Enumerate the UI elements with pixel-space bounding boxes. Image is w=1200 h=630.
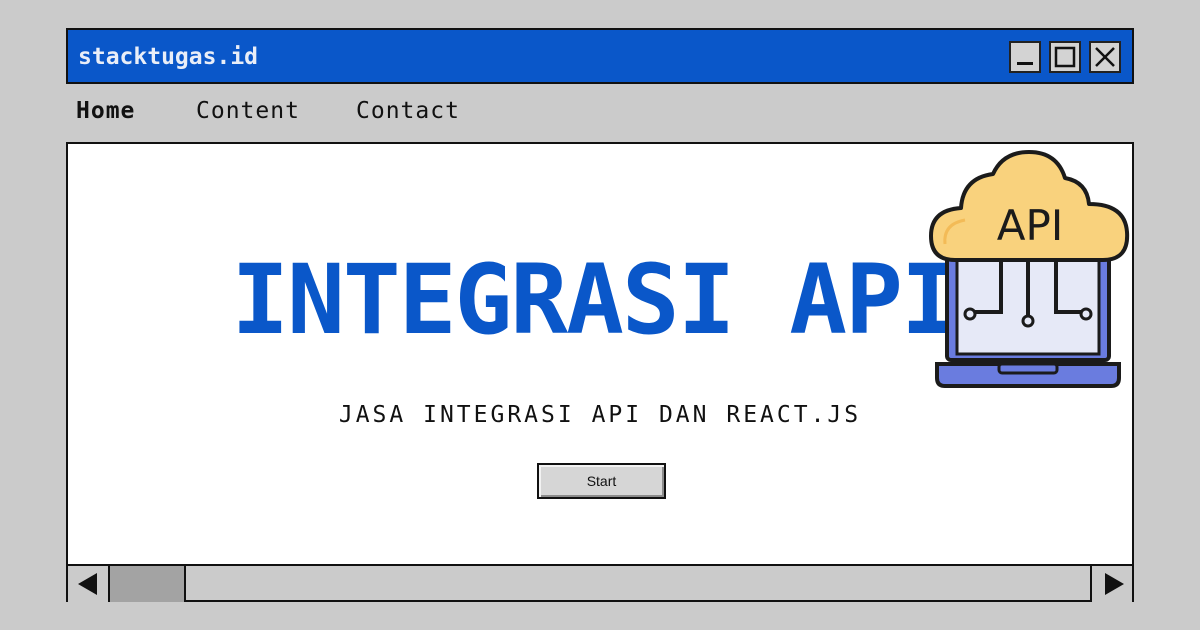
close-button[interactable] [1089,41,1121,73]
scroll-right-button[interactable] [1090,566,1132,602]
window-title-bar: stacktugas.id [66,28,1134,84]
page-subtitle: JASA INTEGRASI API DAN REACT.JS [338,402,862,428]
menu-item-home[interactable]: Home [76,98,135,124]
menu-item-contact[interactable]: Contact [356,98,460,124]
cloud-api-laptop-icon: API [925,148,1135,393]
maximize-icon [1054,46,1076,68]
maximize-button[interactable] [1049,41,1081,73]
minimize-button[interactable] [1009,41,1041,73]
triangle-left-icon [78,573,97,595]
start-button[interactable]: Start [537,463,666,499]
scroll-left-button[interactable] [68,566,110,602]
scroll-thumb[interactable] [110,566,186,602]
close-icon [1095,47,1115,67]
triangle-right-icon [1105,573,1124,595]
horizontal-scrollbar[interactable] [68,564,1132,602]
window-title: stacktugas.id [78,44,259,70]
menu-item-content[interactable]: Content [196,98,300,124]
minimize-icon [1017,62,1033,65]
cloud-api-label: API [997,201,1063,250]
